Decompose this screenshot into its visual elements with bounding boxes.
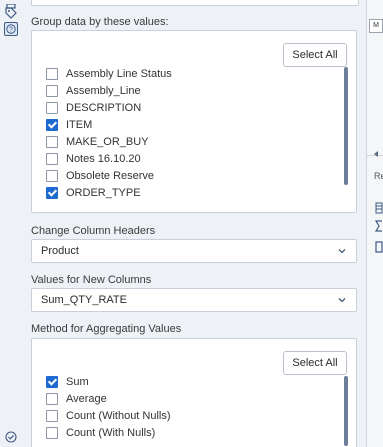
svg-text:?: ? [9,27,13,34]
pivot-config-panel: Group data by these values: Select All A… [22,0,367,447]
aggregation-label: Method for Aggregating Values [31,323,182,335]
list-item[interactable]: ORDER_TYPE [46,184,348,201]
group-by-scrollbar[interactable] [344,67,348,185]
list-item-label: Obsolete Reserve [66,169,155,182]
tag-icon[interactable] [4,6,18,20]
list-item[interactable]: MAKE_OR_BUY [46,133,348,150]
list-item[interactable]: Obsolete Reserve [46,167,348,184]
values-new-columns-label: Values for New Columns [31,274,152,286]
list-item-label: Assembly_Line [66,84,141,97]
right-panel-box[interactable]: M [369,19,383,33]
previous-section-edge [31,0,359,6]
help-icon[interactable]: ? [4,22,18,36]
list-item[interactable]: Average [46,390,348,407]
left-icon-rail: ? [0,0,23,447]
chevron-down-icon [338,249,346,254]
list-item[interactable]: ITEM [46,116,348,133]
list-item[interactable]: Sum [46,373,348,390]
change-headers-dropdown[interactable]: Product [31,239,357,263]
group-by-label: Group data by these values: [31,16,169,28]
list-item[interactable]: DESCRIPTION [46,99,348,116]
right-panel-tab[interactable]: Re [374,171,383,181]
list-item-label: Sum [66,375,89,388]
group-by-select-all-button[interactable]: Select All [283,43,347,67]
checkbox[interactable] [46,101,58,114]
aggregation-select-all-button[interactable]: Select All [283,351,347,375]
aggregation-listbox[interactable]: Select All Sum Average Count (Without Null… [31,338,357,447]
checkbox[interactable] [46,152,58,165]
checkbox[interactable] [46,409,58,422]
list-item[interactable]: Count (Without Nulls) [46,407,348,424]
list-item-label: Count (Without Nulls) [66,409,171,422]
checkbox-checked[interactable] [46,118,58,131]
change-headers-label: Change Column Headers [31,225,156,237]
list-item-label: Count (With Nulls) [66,426,156,439]
list-item[interactable]: Count (With Nulls) [46,424,348,441]
list-item-label: Average [66,392,107,405]
list-item-label: ITEM [66,118,93,131]
list-item[interactable]: Notes 16.10.20 [46,150,348,167]
chevron-down-icon [338,298,346,303]
checkbox[interactable] [46,135,58,148]
aggregation-list: Sum Average Count (Without Nulls) Count (Wi… [46,373,348,447]
checkbox[interactable] [46,67,58,80]
list-item-label: ORDER_TYPE [66,186,141,199]
list-item-label: DESCRIPTION [66,101,142,114]
change-headers-value: Product [41,245,79,257]
panel-icon[interactable] [375,241,383,253]
table-icon[interactable] [375,202,383,214]
list-item-label: MAKE_OR_BUY [66,135,149,148]
checkbox-checked[interactable] [46,375,58,388]
app-root: ? Group data by these values: Select All… [0,0,383,447]
values-new-columns-value: Sum_QTY_RATE [41,294,127,306]
checkbox-checked[interactable] [46,186,58,199]
checkbox[interactable] [46,392,58,405]
checkbox[interactable] [46,169,58,182]
list-item-label: Notes 16.10.20 [66,152,141,165]
list-item-label: Assembly Line Status [66,67,172,80]
list-item[interactable]: Assembly Line Status [46,65,348,82]
chevron-left-icon[interactable] [372,150,380,158]
checkbox[interactable] [46,84,58,97]
group-by-list: Assembly Line Status Assembly_Line DESCRIP… [46,65,348,206]
check-circle-icon[interactable] [4,430,18,444]
values-new-columns-dropdown[interactable]: Sum_QTY_RATE [31,288,357,312]
checkbox[interactable] [46,426,58,439]
sigma-icon[interactable] [375,220,383,232]
group-by-listbox[interactable]: Select All Assembly Line Status Assembly_… [31,30,357,213]
aggregation-scrollbar[interactable] [344,376,348,446]
list-item[interactable]: Assembly_Line [46,82,348,99]
